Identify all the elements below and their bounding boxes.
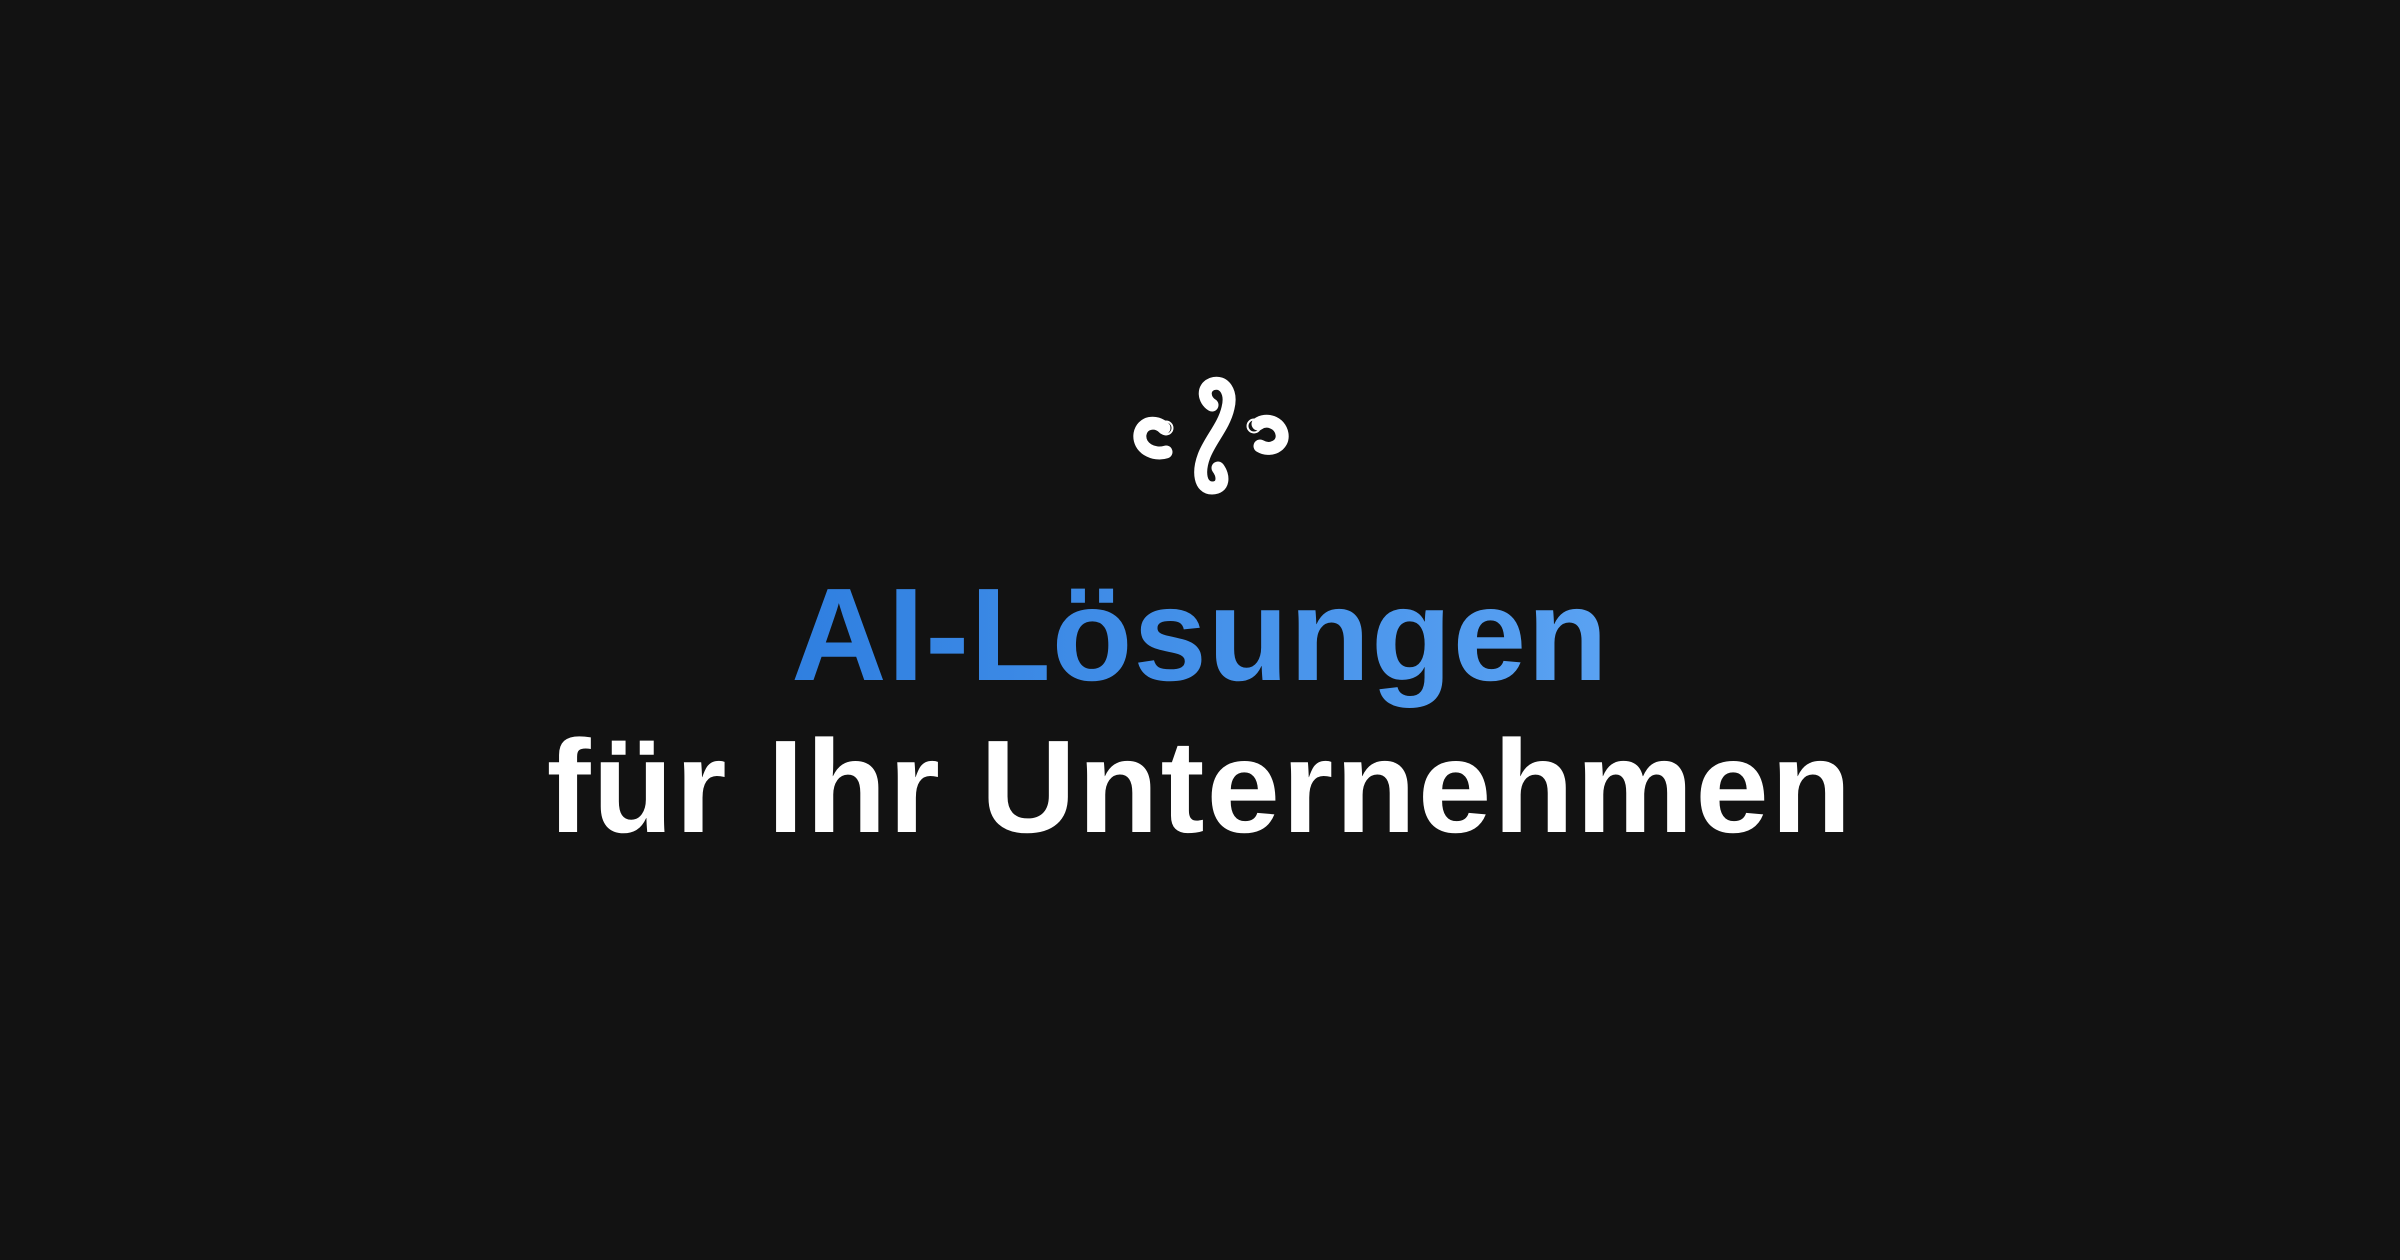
swirl-logo-icon — [1120, 360, 1302, 530]
hero-banner: AI-Lösungen für Ihr Unternehmen — [0, 0, 2400, 1260]
headline-accent: AI-Lösungen — [0, 560, 2400, 710]
headline-line-1: AI-Lösungen — [791, 561, 1609, 708]
headline-line-2: für Ihr Unternehmen — [546, 713, 1854, 860]
